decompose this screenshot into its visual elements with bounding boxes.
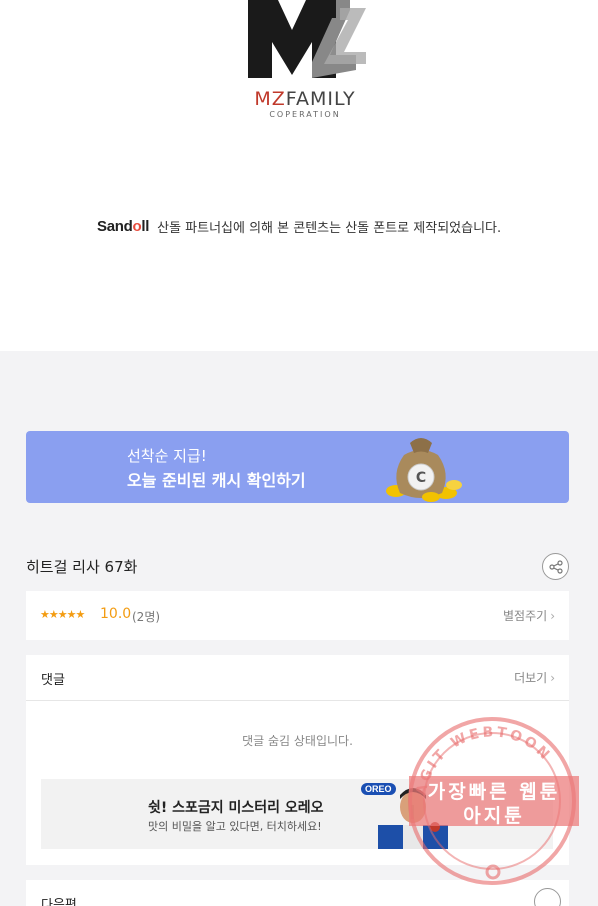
ad-title: 쉿! 스포금지 미스터리 오레오 [148, 800, 324, 816]
watermark-line1: 가장빠른 웹툰 [427, 781, 561, 803]
rating-count: (2명) [132, 610, 161, 624]
google-icon [485, 864, 501, 880]
chevron-right-icon: › [550, 671, 555, 685]
comments-section: 댓글 더보기 › 댓글 숨김 상태입니다. 쉿! 스포금지 미스터리 오레오 맛의… [26, 655, 569, 865]
banner-cta: 오늘 준비된 캐시 확인하기 [127, 471, 306, 490]
comments-header: 댓글 더보기 › [26, 655, 569, 701]
next-episode-section[interactable]: 다음편 [26, 880, 569, 906]
content-footer: MZFAMILY COPERATION Sandoll 산돌 파트너십에 의해 … [0, 0, 598, 351]
ad-subtitle: 맛의 비밀을 알고 있다면, 터치하세요! [148, 820, 322, 833]
cash-banner[interactable]: 선착순 지급! 오늘 준비된 캐시 확인하기 C [26, 431, 569, 503]
sandoll-notice: Sandoll 산돌 파트너십에 의해 본 콘텐츠는 산돌 폰트로 제작되었습니… [97, 216, 501, 236]
coin-letter: C [416, 470, 426, 486]
share-icon [548, 559, 563, 574]
drop-icon[interactable] [534, 888, 561, 906]
star-rating-icon: ★★★★★ [40, 608, 85, 621]
sandoll-notice-text: 산돌 파트너십에 의해 본 콘텐츠는 산돌 폰트로 제작되었습니다. [157, 220, 502, 236]
comments-title: 댓글 [41, 673, 65, 688]
comments-hidden-message: 댓글 숨김 상태입니다. [242, 734, 353, 748]
mz-logo-mark [248, 0, 366, 78]
logo-name: MZFAMILY [254, 88, 356, 110]
rating-card: ★★★★★ 10.0 (2명) 별점주기 › [26, 591, 569, 640]
comments-more-button[interactable]: 더보기 › [514, 669, 555, 686]
money-bag-icon: C [386, 438, 462, 502]
logo-subtitle: COPERATION [269, 110, 341, 119]
rate-button[interactable]: 별점주기 › [503, 607, 555, 624]
rating-score: 10.0 [100, 606, 132, 622]
episode-title: 히트걸 리사 67화 [26, 558, 138, 576]
mzfamily-logo: MZFAMILY COPERATION [240, 0, 370, 125]
watermark-line2: 아지툰 [463, 805, 525, 827]
chevron-right-icon: › [550, 609, 555, 623]
next-episode-title: 다음편 [41, 898, 77, 906]
share-button[interactable] [542, 553, 569, 580]
banner-headline: 선착순 지급! [127, 447, 207, 465]
sandoll-logo: Sandoll [97, 217, 150, 235]
